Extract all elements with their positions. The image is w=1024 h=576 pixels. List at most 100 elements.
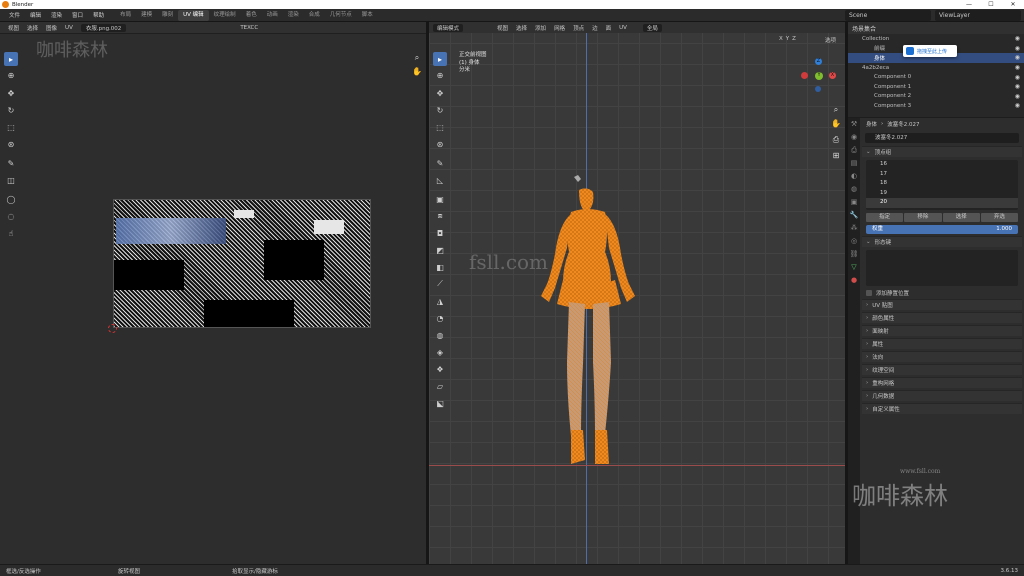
workspace-tab[interactable]: 脚本 bbox=[357, 10, 378, 21]
gizmo-x-icon[interactable]: X bbox=[829, 72, 836, 79]
mode-selector[interactable]: 编辑模式 bbox=[433, 23, 464, 32]
vp-header-item[interactable]: 顶点 bbox=[569, 24, 588, 32]
scale-tool-icon[interactable]: ⬚ bbox=[4, 120, 18, 134]
uv-header-item[interactable]: 选择 bbox=[23, 24, 42, 32]
uv-header-item[interactable]: 图像 bbox=[42, 24, 61, 32]
zoom-icon[interactable]: ⌕ bbox=[411, 52, 423, 64]
visibility-eye-icon[interactable]: ◉ bbox=[1015, 35, 1020, 42]
pinch-tool-icon[interactable]: ☝ bbox=[4, 226, 18, 240]
gizmo-x-neg-icon[interactable] bbox=[801, 72, 808, 79]
transform-orientation[interactable]: 全局 bbox=[642, 23, 662, 32]
property-section-header[interactable]: UV 贴图 bbox=[862, 299, 1022, 310]
visibility-eye-icon[interactable]: ◉ bbox=[1015, 54, 1020, 61]
shape-keys-header[interactable]: 形态键 bbox=[862, 236, 1022, 247]
vertex-group-item[interactable]: 19 bbox=[866, 189, 1018, 199]
weight-slider[interactable]: 权重 1.000 bbox=[866, 225, 1018, 234]
outliner-row[interactable]: 4a2b2eca ◉ bbox=[848, 63, 1024, 73]
vp-header-item[interactable]: 添加 bbox=[531, 24, 550, 32]
gizmo-z-icon[interactable]: Z bbox=[815, 58, 822, 65]
visibility-eye-icon[interactable]: ◉ bbox=[1015, 64, 1020, 71]
world-tab-icon[interactable]: ◍ bbox=[848, 183, 860, 196]
remove-button[interactable]: 移除 bbox=[904, 213, 942, 222]
axis-x-button[interactable]: X bbox=[779, 36, 783, 42]
vp-header-item[interactable]: 边 bbox=[588, 24, 602, 32]
property-section-header[interactable]: 法向 bbox=[862, 351, 1022, 362]
vertex-groups-header[interactable]: 顶点组 bbox=[862, 146, 1022, 157]
workspace-tab[interactable]: 纹理绘制 bbox=[209, 10, 241, 21]
image-selector[interactable]: 衣服.png.002 bbox=[80, 23, 127, 32]
outliner-row[interactable]: Component 2 ◉ bbox=[848, 92, 1024, 102]
rotate-tool-icon[interactable]: ↻ bbox=[4, 103, 18, 117]
deselect-button[interactable]: 弃选 bbox=[980, 213, 1018, 222]
vertex-group-item[interactable]: 18 bbox=[866, 179, 1018, 189]
property-section-header[interactable]: 纹理空间 bbox=[862, 364, 1022, 375]
particles-tab-icon[interactable]: ⁂ bbox=[848, 222, 860, 235]
uv-editor[interactable]: 视图 选择 图像 UV 衣服.png.002 TEXCC ▸ ⊕ ✥ ↻ ⬚ ⊛… bbox=[0, 22, 426, 564]
menu-item[interactable]: 帮助 bbox=[88, 11, 109, 19]
navigation-gizmo[interactable]: Z Y X bbox=[801, 58, 841, 98]
uv-header-item[interactable]: 视图 bbox=[4, 24, 23, 32]
outliner-row[interactable]: Component 1 ◉ bbox=[848, 82, 1024, 92]
cursor-tool-icon[interactable]: ⊕ bbox=[4, 68, 18, 82]
select-tool-icon[interactable]: ▸ bbox=[4, 52, 18, 66]
cursor-icon[interactable]: ⊕ bbox=[433, 68, 447, 82]
tool-tab-icon[interactable]: ⚒ bbox=[848, 118, 860, 131]
scene-selector[interactable]: Scene bbox=[845, 10, 931, 21]
transform-icon[interactable]: ⊛ bbox=[433, 137, 447, 151]
output-tab-icon[interactable]: ⎙ bbox=[848, 144, 860, 157]
vp-header-item[interactable]: 视图 bbox=[493, 24, 512, 32]
edge-slide-icon[interactable]: ◈ bbox=[433, 345, 447, 359]
character-mesh[interactable] bbox=[509, 172, 669, 472]
object-tab-icon[interactable]: ▣ bbox=[848, 196, 860, 209]
mesh-data-tab-icon[interactable]: ▽ bbox=[848, 261, 860, 274]
mesh-name-field[interactable]: 波塞冬2.027 bbox=[865, 133, 1019, 143]
checkbox-icon[interactable] bbox=[866, 290, 872, 296]
relax-tool-icon[interactable]: ◌ bbox=[4, 209, 18, 223]
workspace-tab[interactable]: 渲染 bbox=[283, 10, 304, 21]
uv-header-item[interactable]: UV bbox=[61, 25, 77, 31]
scale-icon[interactable]: ⬚ bbox=[433, 120, 447, 134]
visibility-eye-icon[interactable]: ◉ bbox=[1015, 93, 1020, 100]
grab-tool-icon[interactable]: ◯ bbox=[4, 192, 18, 206]
vp-header-item[interactable]: 面 bbox=[602, 24, 616, 32]
vertex-group-list[interactable]: 16 17 18 19 20 bbox=[866, 160, 1018, 210]
workspace-tab[interactable]: 布局 bbox=[115, 10, 136, 21]
visibility-eye-icon[interactable]: ◉ bbox=[1015, 102, 1020, 109]
shrink-icon[interactable]: ❖ bbox=[433, 362, 447, 376]
ortho-toggle-icon[interactable]: ⊞ bbox=[830, 150, 842, 162]
visibility-eye-icon[interactable]: ◉ bbox=[1015, 45, 1020, 52]
loop-cut-icon[interactable]: ◧ bbox=[433, 260, 447, 274]
move-icon[interactable]: ✥ bbox=[433, 86, 447, 100]
viewlayer-selector[interactable]: ViewLayer bbox=[935, 10, 1021, 21]
knife-icon[interactable]: ⟋ bbox=[433, 277, 447, 291]
menu-item[interactable]: 文件 bbox=[4, 11, 25, 19]
material-tab-icon[interactable]: ● bbox=[848, 274, 860, 287]
gizmo-z-neg-icon[interactable] bbox=[815, 86, 821, 92]
property-section-header[interactable]: 重构网格 bbox=[862, 377, 1022, 388]
vertex-group-item[interactable]: 16 bbox=[866, 160, 1018, 170]
annotate-tool-icon[interactable]: ✎ bbox=[4, 156, 18, 170]
assign-button[interactable]: 指定 bbox=[866, 213, 904, 222]
options-menu[interactable]: 选项 bbox=[825, 36, 836, 44]
select-box-icon[interactable]: ▸ bbox=[433, 52, 447, 66]
maximize-button[interactable]: ☐ bbox=[980, 0, 1002, 9]
shape-key-list[interactable] bbox=[866, 250, 1018, 286]
pan-hand-icon[interactable]: ✋ bbox=[411, 66, 423, 78]
scene-tab-icon[interactable]: ◐ bbox=[848, 170, 860, 183]
axis-z-button[interactable]: Z bbox=[792, 36, 796, 42]
property-section-header[interactable]: 属性 bbox=[862, 338, 1022, 349]
vertex-group-item[interactable]: 17 bbox=[866, 170, 1018, 180]
texcoord-field[interactable]: TEXCC bbox=[236, 25, 262, 31]
menu-item[interactable]: 窗口 bbox=[67, 11, 88, 19]
select-button[interactable]: 选择 bbox=[942, 213, 980, 222]
move-tool-icon[interactable]: ✥ bbox=[4, 86, 18, 100]
workspace-tab[interactable]: 雕刻 bbox=[157, 10, 178, 21]
vp-header-item[interactable]: 选择 bbox=[512, 24, 531, 32]
view-layer-tab-icon[interactable]: ▤ bbox=[848, 157, 860, 170]
minimize-button[interactable]: — bbox=[958, 0, 980, 9]
measure-icon[interactable]: ◺ bbox=[433, 173, 447, 187]
property-section-header[interactable]: 颜色属性 bbox=[862, 312, 1022, 323]
inset-icon[interactable]: ◘ bbox=[433, 226, 447, 240]
property-section-header[interactable]: 自定义属性 bbox=[862, 403, 1022, 414]
property-section-header[interactable]: 面映射 bbox=[862, 325, 1022, 336]
